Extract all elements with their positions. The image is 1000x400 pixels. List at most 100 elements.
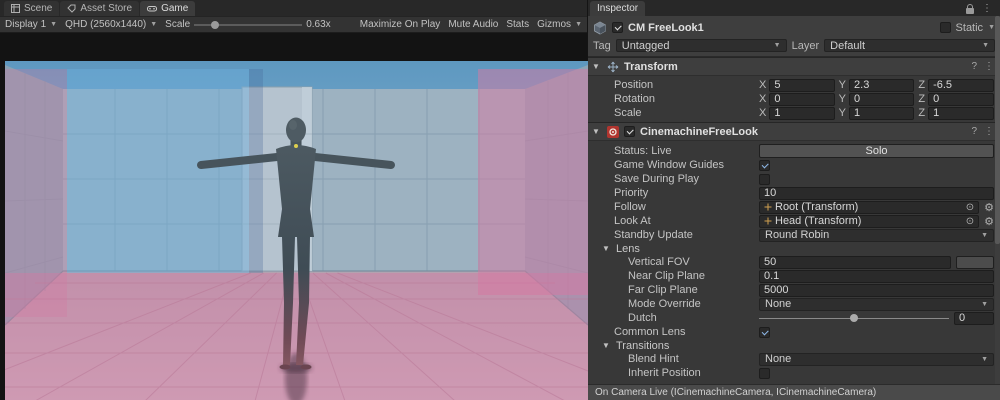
stats-button[interactable]: Stats xyxy=(506,19,529,30)
dutch-slider[interactable] xyxy=(759,313,949,323)
game-render xyxy=(5,61,588,400)
gizmo-dot xyxy=(294,144,298,148)
standby-update-dropdown[interactable]: Round Robin ▼ xyxy=(759,229,994,242)
far-clip-field[interactable]: 5000 xyxy=(759,284,994,297)
inherit-position-row: Inherit Position xyxy=(588,366,1000,380)
follow-row: Follow Root (Transform) ⊙ ⚙ xyxy=(588,200,1000,214)
follow-object-field[interactable]: Root (Transform) ⊙ xyxy=(759,201,979,214)
transform-header[interactable]: ▼ Transform ? ⋮ xyxy=(588,58,1000,76)
gameobject-cube-icon xyxy=(593,21,607,35)
mute-audio-button[interactable]: Mute Audio xyxy=(448,19,498,30)
component-menu-icon[interactable]: ⋮ xyxy=(984,126,994,137)
solo-button[interactable]: Solo xyxy=(759,144,994,158)
chevron-down-icon: ▼ xyxy=(981,356,988,363)
cinemachine-icon xyxy=(607,126,619,138)
save-during-play-checkbox[interactable] xyxy=(759,174,770,185)
inspector-scrollbar[interactable] xyxy=(995,16,1000,384)
static-checkbox[interactable] xyxy=(940,22,951,33)
far-clip-row: Far Clip Plane 5000 xyxy=(588,283,1000,297)
foldout-icon[interactable]: ▼ xyxy=(592,62,602,71)
scrollbar-thumb[interactable] xyxy=(995,16,1000,244)
position-y-field[interactable]: 2.3 xyxy=(849,79,914,92)
chevron-down-icon: ▼ xyxy=(774,42,781,49)
game-panel: Scene Asset Store Game Display 1 ▼ QHD (… xyxy=(0,0,588,400)
rotation-z-field[interactable]: 0 xyxy=(928,93,994,106)
game-viewport[interactable] xyxy=(0,33,587,400)
chevron-down-icon: ▼ xyxy=(150,21,157,28)
freelook-header[interactable]: ▼ CinemachineFreeLook ? ⋮ xyxy=(588,123,1000,141)
game-icon xyxy=(147,4,157,13)
scene-icon xyxy=(11,4,20,13)
gameobject-header: CM FreeLook1 Static ▼ Tag Untagged ▼ Lay… xyxy=(588,16,1000,57)
scale-row: Scale X1 Y1 Z1 xyxy=(588,106,1000,120)
game-window-guides-checkbox[interactable] xyxy=(759,160,770,171)
foldout-icon[interactable]: ▼ xyxy=(592,127,602,136)
inherit-position-checkbox[interactable] xyxy=(759,368,770,379)
gear-icon[interactable]: ⚙ xyxy=(984,201,994,214)
rotation-x-field[interactable]: 0 xyxy=(769,93,834,106)
transitions-foldout[interactable]: ▼ Transitions xyxy=(588,339,1000,352)
scale-x-field[interactable]: 1 xyxy=(769,107,834,120)
vertical-fov-field[interactable]: 50 xyxy=(759,256,951,269)
layer-dropdown[interactable]: Default ▼ xyxy=(824,39,995,52)
static-dropdown-icon[interactable]: ▼ xyxy=(988,24,995,31)
chevron-down-icon: ▼ xyxy=(575,21,582,28)
resolution-dropdown[interactable]: QHD (2560x1440) ▼ xyxy=(65,19,157,30)
scale-slider[interactable] xyxy=(194,24,302,26)
camera-live-status-bar: On Camera Live (ICinemachineCamera, ICin… xyxy=(588,384,1000,400)
scale-y-field[interactable]: 1 xyxy=(849,107,914,120)
gameobject-name-field[interactable]: CM FreeLook1 xyxy=(628,22,935,34)
tag-dropdown[interactable]: Untagged ▼ xyxy=(616,39,787,52)
gear-icon[interactable]: ⚙ xyxy=(984,215,994,228)
look-at-object-field[interactable]: Head (Transform) ⊙ xyxy=(759,215,979,228)
display-dropdown[interactable]: Display 1 ▼ xyxy=(5,19,57,30)
dutch-slider-knob[interactable] xyxy=(850,314,858,322)
inspector-panel: Inspector ⋮ CM FreeLook1 Static ▼ Tag xyxy=(588,0,1000,400)
vertical-fov-row: Vertical FOV 50 xyxy=(588,255,1000,269)
lock-icon[interactable] xyxy=(966,8,974,14)
asset-store-icon xyxy=(67,4,76,13)
priority-field[interactable]: 10 xyxy=(759,187,994,200)
chevron-down-icon: ▼ xyxy=(981,301,988,308)
scale-z-field[interactable]: 1 xyxy=(928,107,994,120)
scale-slider-knob[interactable] xyxy=(211,21,219,29)
near-clip-field[interactable]: 0.1 xyxy=(759,270,994,283)
component-menu-icon[interactable]: ⋮ xyxy=(984,61,994,72)
component-enabled-checkbox[interactable] xyxy=(624,126,635,137)
chevron-down-icon: ▼ xyxy=(981,232,988,239)
tab-inspector[interactable]: Inspector xyxy=(590,1,645,16)
common-lens-checkbox[interactable] xyxy=(759,327,770,338)
dutch-field[interactable]: 0 xyxy=(954,312,994,325)
object-picker-icon[interactable]: ⊙ xyxy=(966,216,974,227)
maximize-on-play-button[interactable]: Maximize On Play xyxy=(360,19,441,30)
scale-value: 0.63x xyxy=(306,19,330,30)
status-row: Status: Live Solo xyxy=(588,143,1000,158)
rotation-y-field[interactable]: 0 xyxy=(849,93,914,106)
help-icon[interactable]: ? xyxy=(971,126,977,137)
lens-foldout[interactable]: ▼ Lens xyxy=(588,242,1000,255)
help-icon[interactable]: ? xyxy=(971,61,977,72)
mode-override-row: Mode Override None ▼ xyxy=(588,297,1000,311)
look-at-row: Look At Head (Transform) ⊙ ⚙ xyxy=(588,214,1000,228)
mode-override-dropdown[interactable]: None ▼ xyxy=(759,298,994,311)
blend-hint-dropdown[interactable]: None ▼ xyxy=(759,353,994,366)
rotation-row: Rotation X0 Y0 Z0 xyxy=(588,92,1000,106)
common-lens-row: Common Lens xyxy=(588,325,1000,339)
gizmos-dropdown[interactable]: Gizmos ▼ xyxy=(537,19,582,30)
tag-label: Tag xyxy=(593,40,611,52)
unity-editor-window: Scene Asset Store Game Display 1 ▼ QHD (… xyxy=(0,0,1000,400)
object-picker-icon[interactable]: ⊙ xyxy=(966,202,974,213)
scale-label: Scale xyxy=(165,19,190,30)
near-clip-row: Near Clip Plane 0.1 xyxy=(588,269,1000,283)
tab-scene[interactable]: Scene xyxy=(4,1,59,16)
tab-game[interactable]: Game xyxy=(140,1,195,16)
panel-menu-icon[interactable]: ⋮ xyxy=(982,3,992,14)
position-z-field[interactable]: -6.5 xyxy=(928,79,994,92)
fov-preset-dropdown[interactable] xyxy=(956,256,994,269)
position-x-field[interactable]: 5 xyxy=(769,79,834,92)
foldout-icon: ▼ xyxy=(602,341,612,350)
gameobject-active-checkbox[interactable] xyxy=(612,22,623,33)
priority-row: Priority 10 xyxy=(588,186,1000,200)
inspector-tabbar: Inspector ⋮ xyxy=(588,0,1000,16)
tab-asset-store[interactable]: Asset Store xyxy=(60,1,139,16)
